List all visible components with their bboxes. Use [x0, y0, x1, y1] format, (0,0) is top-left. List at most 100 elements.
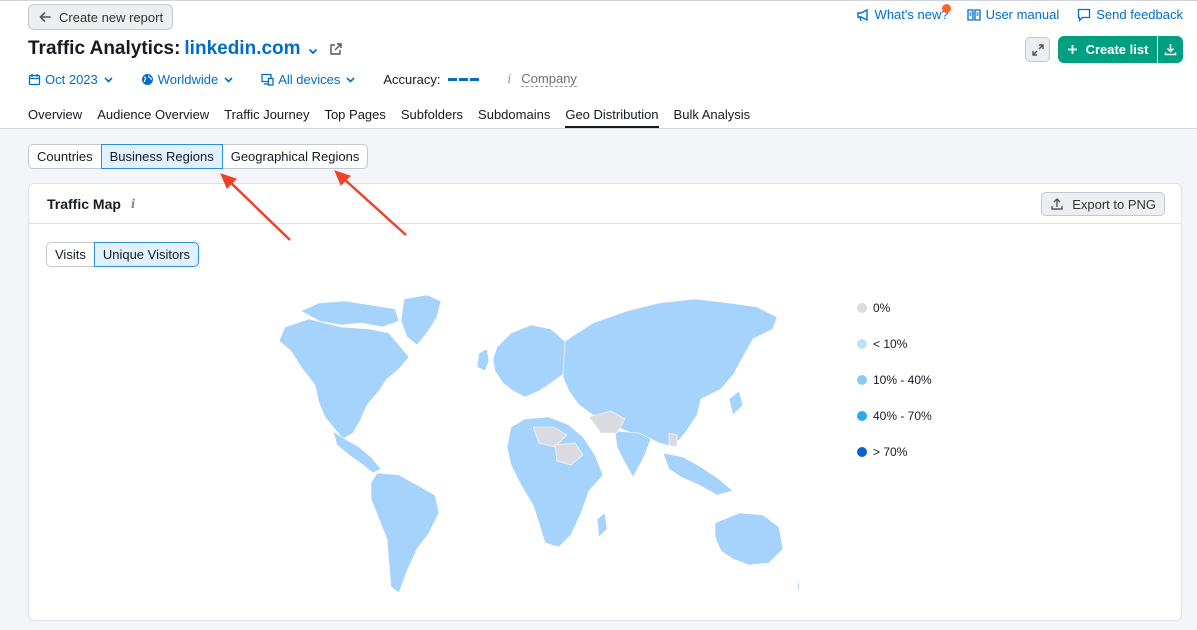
world-map	[278, 294, 799, 594]
plus-icon	[1067, 45, 1077, 54]
legend-item: 10% - 40%	[857, 362, 932, 398]
legend-item: 40% - 70%	[857, 398, 932, 434]
create-new-report-button[interactable]: Create new report	[28, 4, 174, 30]
upload-icon	[1051, 198, 1063, 210]
download-icon	[1164, 44, 1177, 56]
page-title: Traffic Analytics: linkedin.com	[28, 38, 343, 60]
expand-icon	[1031, 43, 1044, 56]
devices-icon	[261, 73, 274, 86]
map-india[interactable]	[614, 430, 652, 478]
whats-new-link[interactable]: What's new?	[856, 4, 951, 22]
map-mexico-central-america[interactable]	[332, 430, 382, 474]
business-regions-button[interactable]: Business Regions	[100, 144, 223, 169]
info-icon[interactable]: i	[131, 197, 136, 211]
map-japan[interactable]	[728, 390, 744, 416]
send-feedback-link[interactable]: Send feedback	[1077, 7, 1183, 22]
card-header: Traffic Map i Export to PNG	[29, 184, 1181, 224]
region-filter-label: Worldwide	[157, 71, 219, 87]
map-madagascar[interactable]	[596, 512, 608, 538]
map-europe[interactable]	[492, 324, 572, 398]
legend-label: 40% - 70%	[873, 409, 932, 423]
date-filter-label: Oct 2023	[45, 71, 98, 87]
export-png-label: Export to PNG	[1072, 196, 1156, 212]
fullscreen-button[interactable]	[1025, 37, 1050, 62]
legend-dot	[857, 375, 867, 385]
map-southeast-asia-grey[interactable]	[668, 432, 678, 448]
user-manual-label: User manual	[985, 7, 1060, 22]
megaphone-icon	[856, 8, 868, 21]
filters-bar: Oct 2023 Worldwide All devices Accuracy:…	[28, 70, 577, 88]
countries-button[interactable]: Countries	[28, 144, 102, 169]
send-feedback-label: Send feedback	[1096, 7, 1183, 22]
tab-subfolders[interactable]: Subfolders	[401, 107, 463, 128]
top-divider	[0, 0, 1197, 1]
export-png-button[interactable]: Export to PNG	[1041, 192, 1165, 216]
report-tabs: Overview Audience Overview Traffic Journ…	[28, 107, 765, 128]
card-title: Traffic Map i	[47, 196, 135, 212]
accuracy-indicator: Accuracy:	[383, 71, 480, 87]
external-link-icon[interactable]	[329, 42, 343, 56]
accuracy-label: Accuracy:	[383, 71, 441, 87]
page-title-prefix: Traffic Analytics:	[28, 38, 181, 59]
legend-label: < 10%	[873, 337, 908, 351]
legend-label: 0%	[873, 301, 891, 315]
legend-item: 0%	[857, 290, 932, 326]
chevron-down-icon	[104, 76, 113, 83]
accuracy-bar	[448, 77, 480, 81]
date-filter[interactable]: Oct 2023	[28, 72, 115, 87]
tab-geo-distribution[interactable]: Geo Distribution	[565, 107, 659, 128]
map-legend: 0% < 10% 10% - 40% 40% - 70% > 70%	[857, 290, 932, 470]
chat-icon	[1078, 8, 1091, 22]
tab-traffic-journey[interactable]: Traffic Journey	[224, 107, 309, 128]
create-list-label: Create list	[1085, 42, 1149, 57]
legend-label: > 70%	[873, 445, 908, 459]
map-south-america[interactable]	[370, 472, 440, 594]
report-header: Create new report What's new? User manua…	[0, 0, 1197, 129]
create-new-report-label: Create new report	[59, 9, 164, 25]
chevron-down-icon	[224, 76, 233, 83]
unique-visitors-button[interactable]: Unique Visitors	[93, 242, 200, 267]
visits-button[interactable]: Visits	[46, 242, 95, 267]
create-list-button[interactable]: Create list	[1058, 36, 1157, 63]
tab-top-pages[interactable]: Top Pages	[324, 107, 385, 128]
tab-overview[interactable]: Overview	[28, 107, 82, 128]
map-uk[interactable]	[476, 348, 490, 372]
chevron-down-icon[interactable]	[307, 45, 319, 57]
traffic-map-title: Traffic Map	[47, 196, 121, 212]
notification-dot	[941, 4, 951, 13]
arrow-left-icon	[39, 12, 51, 22]
traffic-map-card: Traffic Map i Export to PNG Visits Uniqu…	[28, 183, 1182, 621]
download-button[interactable]	[1158, 36, 1183, 63]
region-filter[interactable]: Worldwide	[141, 72, 235, 87]
map-greenland[interactable]	[400, 294, 442, 346]
chevron-down-icon	[346, 76, 355, 83]
legend-item: > 70%	[857, 434, 932, 470]
legend-label: 10% - 40%	[873, 373, 932, 387]
map-southeast-asia[interactable]	[662, 452, 734, 496]
calendar-icon	[28, 73, 41, 85]
book-icon	[966, 8, 981, 21]
map-north-america[interactable]	[278, 318, 410, 440]
map-australia[interactable]	[714, 512, 784, 566]
map-new-zealand[interactable]	[796, 559, 799, 592]
user-manual-link[interactable]: User manual	[966, 7, 1060, 22]
info-icon: i	[507, 72, 512, 86]
legend-dot	[857, 411, 867, 421]
devices-filter-label: All devices	[278, 71, 341, 87]
region-type-switch: Countries Business Regions Geographical …	[28, 144, 369, 169]
tab-audience-overview[interactable]: Audience Overview	[97, 107, 209, 128]
tab-bulk-analysis[interactable]: Bulk Analysis	[674, 107, 751, 128]
whats-new-label: What's new?	[874, 7, 949, 22]
company-toggle[interactable]: i Company	[507, 71, 577, 87]
top-links: What's new? User manual Send feedback	[856, 4, 1183, 22]
devices-filter[interactable]: All devices	[261, 72, 357, 87]
metric-switch: Visits Unique Visitors	[46, 242, 200, 267]
legend-dot	[857, 303, 867, 313]
legend-dot	[857, 447, 867, 457]
legend-item: < 10%	[857, 326, 932, 362]
geographical-regions-button[interactable]: Geographical Regions	[221, 144, 369, 169]
legend-dot	[857, 339, 867, 349]
domain-selector[interactable]: linkedin.com	[184, 38, 300, 60]
tab-subdomains[interactable]: Subdomains	[478, 107, 550, 128]
globe-icon	[141, 73, 153, 85]
